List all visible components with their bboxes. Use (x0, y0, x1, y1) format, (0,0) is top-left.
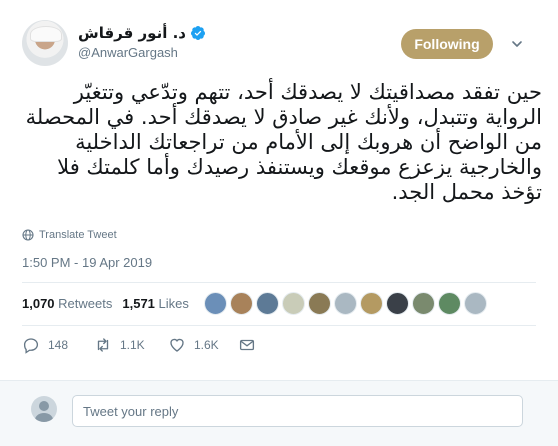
reply-action[interactable]: 148 (22, 336, 94, 354)
author-handle[interactable]: @AnwarGargash (78, 45, 178, 60)
globe-icon (22, 229, 34, 241)
retweets-stat[interactable]: 1,070 Retweets (22, 296, 112, 311)
retweets-label: Retweets (58, 296, 113, 311)
author-avatar[interactable] (22, 20, 68, 66)
likes-count: 1,571 (122, 296, 155, 311)
liker-avatar[interactable] (282, 292, 305, 315)
liker-avatar[interactable] (308, 292, 331, 315)
author-name-row[interactable]: د. أنور قرقاش (78, 24, 206, 42)
reply-icon (23, 338, 39, 354)
following-button[interactable]: Following (401, 29, 493, 59)
liker-avatar[interactable] (386, 292, 409, 315)
reply-composer (0, 380, 558, 446)
translate-tweet-label[interactable]: Translate Tweet (39, 229, 117, 241)
retweet-action[interactable]: 1.1K (94, 336, 168, 354)
divider (22, 282, 536, 283)
envelope-icon (239, 339, 255, 351)
like-action[interactable]: 1.6K (168, 336, 238, 354)
like-count: 1.6K (194, 338, 219, 352)
direct-message-action[interactable] (238, 336, 256, 354)
liker-avatar[interactable] (230, 292, 253, 315)
likes-label: Likes (158, 296, 189, 311)
tweet-stats: 1,070 Retweets 1,571 Likes (22, 296, 189, 311)
liker-avatar[interactable] (204, 292, 227, 315)
likes-stat[interactable]: 1,571 Likes (122, 296, 189, 311)
tweet-timestamp[interactable]: 1:50 PM - 19 Apr 2019 (22, 255, 152, 270)
liker-avatars (204, 292, 487, 315)
tweet-actions: 148 1.1K 1.6K (22, 336, 256, 354)
translate-tweet-link[interactable]: Translate Tweet (22, 229, 117, 241)
reply-input[interactable] (72, 395, 523, 427)
liker-avatar[interactable] (464, 292, 487, 315)
liker-avatar[interactable] (256, 292, 279, 315)
divider (22, 325, 536, 326)
author-display-name[interactable]: د. أنور قرقاش (78, 24, 186, 42)
chevron-down-icon[interactable] (511, 38, 523, 50)
retweet-count: 1.1K (120, 338, 145, 352)
reply-count: 148 (48, 338, 69, 352)
tweet-card: د. أنور قرقاش @AnwarGargash Following حي… (0, 0, 558, 380)
retweet-icon (97, 338, 109, 352)
user-avatar (31, 396, 57, 422)
liker-avatar[interactable] (412, 292, 435, 315)
liker-avatar[interactable] (334, 292, 357, 315)
tweet-text: حين تفقد مصداقيتك لا يصدقك أحد، تتهم وتد… (25, 80, 542, 204)
liker-avatar[interactable] (360, 292, 383, 315)
heart-icon (170, 338, 184, 352)
verified-badge-icon (190, 26, 205, 40)
retweets-count: 1,070 (22, 296, 55, 311)
liker-avatar[interactable] (438, 292, 461, 315)
